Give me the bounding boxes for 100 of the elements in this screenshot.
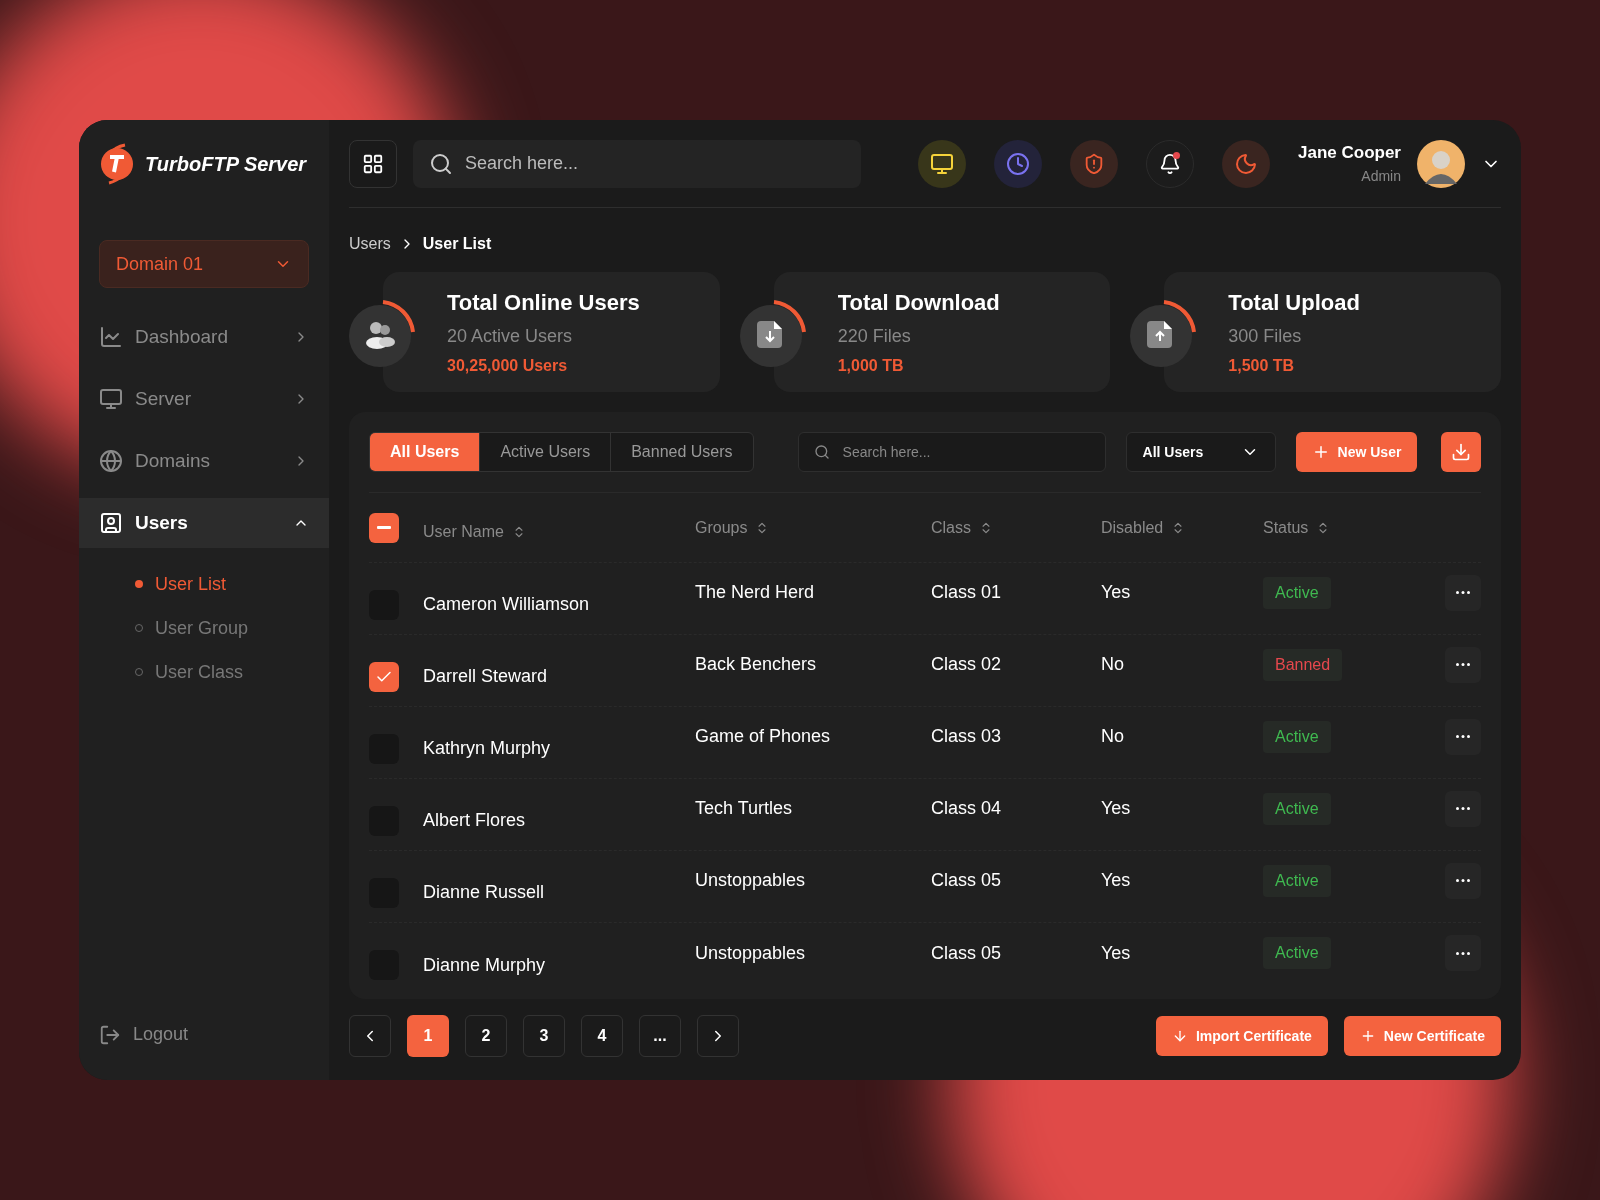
download-button[interactable] xyxy=(1441,432,1481,472)
stat-subtitle: 220 Files xyxy=(837,325,912,348)
more-button[interactable] xyxy=(1445,574,1481,611)
table-cell-text: Kathryn Murphy xyxy=(423,737,552,760)
sub-nav-item[interactable]: User Class xyxy=(135,656,329,688)
sub-nav-item[interactable]: User Group xyxy=(135,612,329,644)
more-button[interactable] xyxy=(1445,790,1481,827)
more-button[interactable] xyxy=(1445,935,1481,971)
column-header[interactable]: Groups xyxy=(695,515,931,540)
filter-tab[interactable]: All Users xyxy=(370,433,480,471)
table-cell-text: Class 05 xyxy=(931,941,1003,965)
stat-subtitle: 300 Files xyxy=(1228,325,1303,348)
logout-icon xyxy=(99,1023,121,1046)
nav-label: Dashboard xyxy=(135,324,229,349)
filter-tab[interactable]: Banned Users xyxy=(610,433,753,471)
stat-subtitle: 20 Active Users xyxy=(447,325,574,348)
filter-tab[interactable]: Active Users xyxy=(479,433,611,471)
table-cell-text: Yes xyxy=(1101,941,1132,965)
stat-value: 1,000 TB xyxy=(837,356,905,376)
page-button[interactable]: 4 xyxy=(581,1015,623,1057)
bell-icon xyxy=(1159,152,1181,175)
table-cell-text: Class 01 xyxy=(931,581,1003,604)
shield-button[interactable] xyxy=(1070,139,1118,188)
user-name: Jane Cooper xyxy=(1298,142,1401,165)
table-cell-text: Yes xyxy=(1101,869,1132,892)
table-cell-text: Class 05 xyxy=(931,869,1003,892)
grid-icon xyxy=(362,152,384,175)
clock-button[interactable] xyxy=(994,139,1042,188)
table-cell-text: Albert Flores xyxy=(423,809,527,832)
user-role: Admin xyxy=(1361,166,1401,186)
status-badge: Active xyxy=(1263,576,1331,609)
next-page-button[interactable] xyxy=(697,1015,739,1057)
more-button[interactable] xyxy=(1445,646,1481,683)
page-button[interactable]: 1 xyxy=(407,1015,449,1057)
status-badge: Active xyxy=(1263,937,1331,969)
page-button[interactable]: 2 xyxy=(465,1015,507,1057)
moon-icon xyxy=(1234,151,1258,176)
table-cell-text: Back Benchers xyxy=(695,653,818,676)
nav-label: Users xyxy=(135,510,189,535)
table-cell-text: Unstoppables xyxy=(695,869,807,892)
column-header[interactable]: User Name xyxy=(423,519,695,544)
select-all-checkbox[interactable] xyxy=(369,512,399,543)
previous-page-button[interactable] xyxy=(349,1015,391,1057)
user-icon xyxy=(99,511,123,535)
nav-item[interactable]: Server xyxy=(79,374,329,424)
import-certificate-button[interactable]: Import Certificate xyxy=(1155,1016,1328,1056)
column-header[interactable]: Disabled xyxy=(1101,515,1263,540)
logout-link[interactable]: Logout xyxy=(79,1021,329,1048)
more-button[interactable] xyxy=(1445,862,1481,899)
table-cell-text: Yes xyxy=(1101,581,1132,604)
user-filter-select[interactable]: All Users xyxy=(1125,432,1276,472)
column-header[interactable]: Status xyxy=(1263,515,1413,540)
table-cell-text: Dianne Russell xyxy=(423,881,546,904)
status-badge: Active xyxy=(1263,792,1331,825)
ellipsis-icon xyxy=(1456,735,1470,738)
sub-nav-item[interactable]: User List xyxy=(135,568,329,600)
stat-value: 1,500 TB xyxy=(1228,356,1296,376)
stat-title: Total Upload xyxy=(1228,289,1361,317)
minus-icon xyxy=(377,526,391,529)
ellipsis-icon xyxy=(1456,807,1470,810)
status-badge: Active xyxy=(1263,864,1331,897)
monitor-icon xyxy=(99,387,123,411)
status-badge: Active xyxy=(1263,720,1331,753)
new-user-button[interactable]: New User xyxy=(1295,432,1418,472)
brand-name: TurboFTP Server xyxy=(145,152,307,177)
stat-title: Total Online Users xyxy=(447,289,641,317)
table-cell-text: Cameron Williamson xyxy=(423,593,591,616)
page-button[interactable]: 3 xyxy=(523,1015,565,1057)
page-button[interactable]: ... xyxy=(639,1015,681,1057)
download-icon xyxy=(1451,442,1471,462)
nav-item[interactable]: Dashboard xyxy=(79,312,329,362)
notification-button[interactable] xyxy=(1146,139,1194,188)
table-cell-text: Tech Turtles xyxy=(695,797,794,820)
table-cell-text: Yes xyxy=(1101,797,1132,820)
ellipsis-icon xyxy=(1456,879,1470,882)
row-checkbox[interactable] xyxy=(369,661,399,692)
table-search-field[interactable]: Search here... xyxy=(797,432,1106,472)
nav-label: Server xyxy=(135,386,192,411)
table-cell-text: No xyxy=(1101,725,1125,748)
chart-icon xyxy=(99,325,123,349)
table-cell-text: Class 02 xyxy=(931,653,1003,676)
ellipsis-icon xyxy=(1456,951,1470,955)
column-header[interactable]: Class xyxy=(931,515,1101,540)
table-cell-text: Darrell Steward xyxy=(423,665,549,688)
shield-icon xyxy=(1083,152,1105,175)
nav-item[interactable]: Users xyxy=(79,498,329,548)
more-button[interactable] xyxy=(1445,718,1481,755)
apps-button[interactable] xyxy=(349,139,397,188)
nav-item[interactable]: Domains xyxy=(79,436,329,486)
monitor-button[interactable] xyxy=(918,139,966,188)
search-field[interactable]: Search here... xyxy=(413,139,861,188)
new-certificate-button[interactable]: New Certificate xyxy=(1343,1016,1501,1056)
breadcrumb-item[interactable]: Users xyxy=(349,232,391,256)
ellipsis-icon xyxy=(1456,663,1470,666)
dark-mode-button[interactable] xyxy=(1222,139,1270,188)
domain-select[interactable]: Domain 01 xyxy=(99,240,309,288)
table-cell-text: Game of Phones xyxy=(695,725,832,748)
table-cell-text: Unstoppables xyxy=(695,941,807,965)
status-badge: Banned xyxy=(1263,648,1343,681)
stat-title: Total Download xyxy=(837,289,1001,317)
